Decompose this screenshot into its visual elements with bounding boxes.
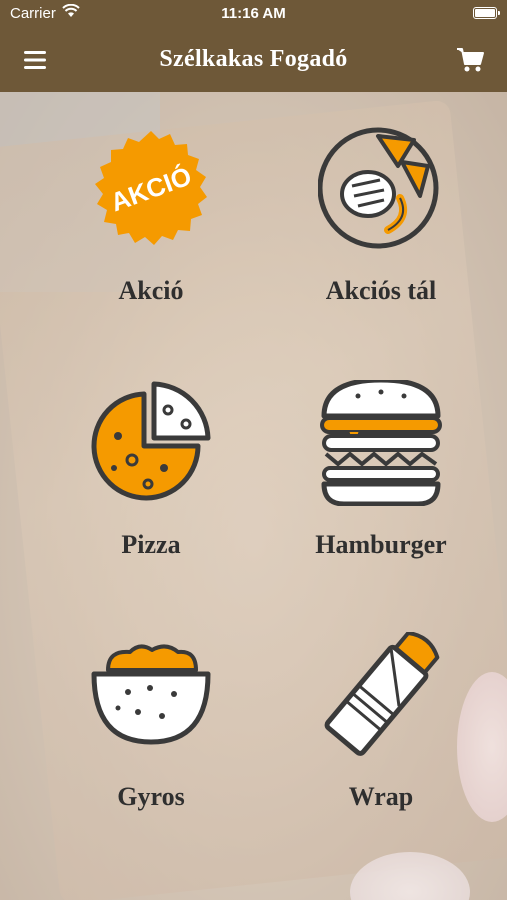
category-label: Hamburger xyxy=(315,530,447,559)
clock: 11:16 AM xyxy=(221,5,286,22)
shopping-cart-icon[interactable] xyxy=(455,46,485,74)
hamburger-icon xyxy=(320,380,442,506)
navigation-bar: Szélkakas Fogadó xyxy=(0,30,507,92)
gyros-bowl-icon xyxy=(91,644,211,745)
category-label: Akciós tál xyxy=(325,276,437,305)
category-label: Gyros xyxy=(117,782,185,811)
category-label: Wrap xyxy=(348,782,414,811)
page-title: Szélkakas Fogadó xyxy=(159,46,348,72)
category-label: Pizza xyxy=(121,530,181,559)
category-label: Akció xyxy=(118,276,184,305)
pizza-icon xyxy=(91,381,211,501)
wrap-icon xyxy=(324,632,440,756)
akcio-badge-icon: AKCIÓ xyxy=(95,131,207,245)
status-bar: Carrier 11:16 AM xyxy=(0,0,507,30)
battery-icon xyxy=(473,7,500,19)
platter-icon xyxy=(318,127,439,249)
